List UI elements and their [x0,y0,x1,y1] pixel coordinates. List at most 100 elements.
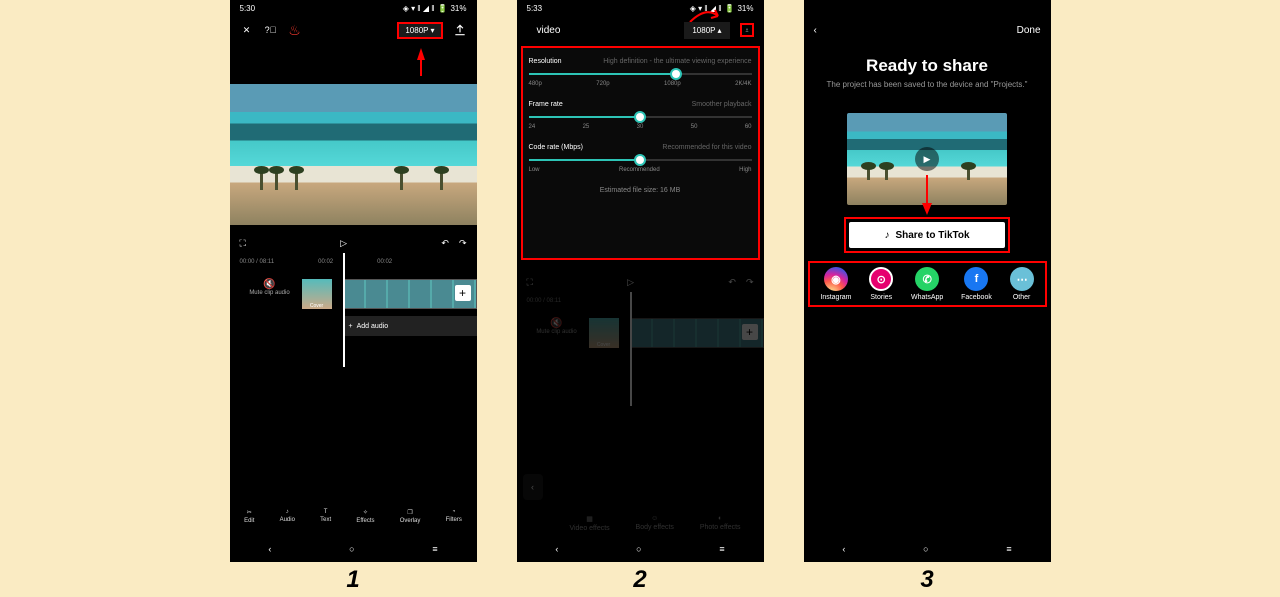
coderate-slider-section: Code rate (Mbps)Recommended for this vid… [529,144,752,173]
nav-recent-icon[interactable]: ≡ [1006,544,1011,554]
nav-home-icon[interactable]: ○ [923,544,928,554]
nav-back-icon[interactable]: ‹ [268,544,271,554]
video-preview[interactable] [230,84,477,225]
share-facebook[interactable]: fFacebook [961,267,992,301]
coderate-title: Code rate (Mbps) [529,144,583,151]
chevron-up-icon: ▴ [717,26,721,35]
framerate-slider[interactable] [529,116,752,118]
status-bar: 5:30 ◈ ▾ ‖ ◢ ‖ 🔋 31% [230,0,477,16]
export-icon[interactable] [740,23,754,37]
step-number-3: 3 [920,566,933,594]
android-nav-bar: ‹ ○ ≡ [804,536,1051,562]
resolution-button[interactable]: 1080P ▴ [684,22,729,39]
play-icon: ▶ [915,147,939,171]
exported-video-thumb[interactable]: ▶ [847,113,1007,205]
phone-screen-3: ‹ Done Ready to share The project has be… [804,0,1051,562]
flame-icon[interactable]: ♨ [288,23,302,37]
editor-top-bar: video 1080P ▴ [517,16,764,44]
add-audio-button[interactable]: + Add audio [343,316,477,336]
tool-audio[interactable]: ♪Audio [280,509,295,523]
framerate-hint: Smoother playback [692,101,752,108]
android-nav-bar: ‹ ○ ≡ [517,536,764,562]
help-icon[interactable]: ?⃝ [264,23,278,37]
step-3-wrap: ‹ Done Ready to share The project has be… [804,0,1051,594]
nav-home-icon[interactable]: ○ [636,544,641,554]
status-time: 5:30 [240,4,256,13]
share-other[interactable]: ⋯Other [1010,267,1034,301]
share-top-bar: ‹ Done [804,16,1051,44]
preview-controls: ⛶ ▷ ↶ ↷ [230,227,477,259]
share-instagram[interactable]: ◉Instagram [820,267,851,301]
redo-icon[interactable]: ↷ [459,238,467,249]
plus-icon: + [349,323,353,330]
back-chip: ‹ [523,474,543,500]
coderate-slider[interactable] [529,159,752,161]
close-icon[interactable]: ✕ [240,23,254,37]
share-stories[interactable]: ⊙Stories [869,267,893,301]
text-icon: T [324,509,328,515]
resolution-label: 1080P [405,26,428,35]
music-icon: ♪ [286,509,289,515]
export-settings-panel: ResolutionHigh definition - the ultimate… [521,46,760,260]
other-icon: ⋯ [1010,267,1034,291]
status-battery: 31% [450,4,466,13]
tool-edit[interactable]: ✂Edit [244,509,254,524]
nav-back-icon[interactable]: ‹ [842,544,845,554]
nav-home-icon[interactable]: ○ [349,544,354,554]
resolution-button[interactable]: 1080P ▾ [397,22,442,39]
dimmed-editor: ⛶ ▷ ↶↷ 00:00 / 08:11 🔇Mute clip audio Co… [517,264,764,536]
bottom-toolbar: ✂Edit ♪Audio TText ✧Effects ❐Overlay ◔Fi… [230,496,477,536]
nav-back-icon[interactable]: ‹ [555,544,558,554]
status-battery-icon: 🔋 [725,4,735,13]
status-battery-icon: 🔋 [438,4,448,13]
estimated-file-size: Estimated file size: 16 MB [529,187,752,194]
tiktok-icon: ♪ [884,230,889,241]
share-tiktok-button[interactable]: ♪ Share to TikTok [849,222,1005,248]
ready-subtitle: The project has been saved to the device… [804,80,1051,89]
annotation-arrow [417,48,425,60]
fullscreen-icon: ⛶ [527,277,533,288]
step-1-wrap: 5:30 ◈ ▾ ‖ ◢ ‖ 🔋 31% ✕ ?⃝ ♨ 1080P ▾ [230,0,477,594]
tool-photo-effects: ◐Photo effects [700,515,741,532]
timeline[interactable]: 🔇 Mute clip audio Cover + + Add audio [230,271,477,351]
tool-filters[interactable]: ◔Filters [446,509,462,523]
play-icon: ▷ [627,277,634,288]
undo-icon[interactable]: ↶ [441,238,449,249]
tool-text[interactable]: TText [320,509,331,523]
resolution-hint: High definition - the ultimate viewing e… [603,58,751,65]
resolution-slider-section: ResolutionHigh definition - the ultimate… [529,58,752,87]
tool-effects[interactable]: ✧Effects [356,509,374,524]
scissors-icon: ✂ [247,509,252,516]
facebook-icon: f [964,267,988,291]
fullscreen-icon[interactable]: ⛶ [240,238,246,249]
status-net-icon: ◈ ▾ ‖ ◢ ‖ [403,4,435,13]
android-nav-bar: ‹ ○ ≡ [230,536,477,562]
stories-icon: ⊙ [869,267,893,291]
playhead[interactable] [343,253,345,367]
step-number-2: 2 [633,566,646,594]
back-icon[interactable]: ‹ [814,25,817,36]
nav-recent-icon[interactable]: ≡ [432,544,437,554]
status-bar [804,0,1051,16]
share-whatsapp[interactable]: ✆WhatsApp [911,267,943,301]
done-button[interactable]: Done [1017,25,1041,36]
status-battery: 31% [737,4,753,13]
cover-thumb[interactable]: Cover [302,279,332,309]
export-icon[interactable] [453,23,467,37]
annotation-arrow [927,175,932,215]
project-title: video [527,22,571,39]
mute-clip-audio[interactable]: 🔇 Mute clip audio [240,279,300,296]
status-time: 5:33 [527,4,543,13]
nav-recent-icon[interactable]: ≡ [719,544,724,554]
whatsapp-icon: ✆ [915,267,939,291]
tool-overlay[interactable]: ❐Overlay [400,509,421,524]
tool-body-effects: ☺Body effects [636,515,674,532]
share-options-highlight: ◉Instagram ⊙Stories ✆WhatsApp fFacebook … [808,261,1047,307]
chevron-down-icon: ▾ [430,26,434,35]
instagram-icon: ◉ [824,267,848,291]
play-icon[interactable]: ▷ [340,238,347,249]
add-clip-button[interactable]: + [455,285,471,301]
resolution-slider[interactable] [529,73,752,75]
phone-screen-1: 5:30 ◈ ▾ ‖ ◢ ‖ 🔋 31% ✕ ?⃝ ♨ 1080P ▾ [230,0,477,562]
editor-top-bar: ✕ ?⃝ ♨ 1080P ▾ [230,16,477,44]
